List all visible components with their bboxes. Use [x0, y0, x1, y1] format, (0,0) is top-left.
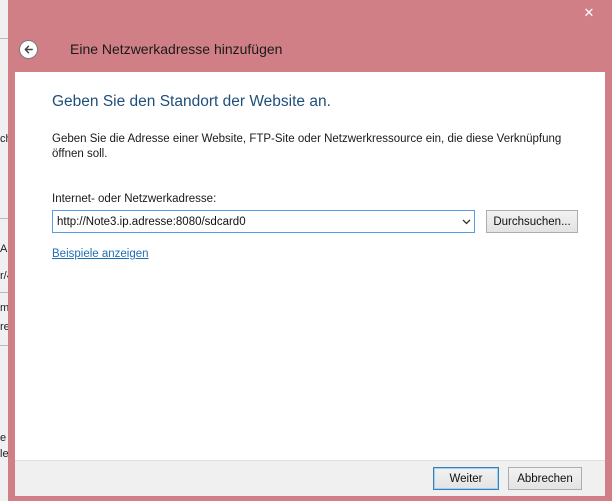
- window-title: Eine Netzwerkadresse hinzufügen: [70, 41, 283, 57]
- dialog-footer: Weiter Abbrechen: [15, 460, 605, 496]
- divider: [0, 345, 8, 346]
- background-text: A: [0, 243, 8, 255]
- back-arrow-icon: [24, 45, 33, 54]
- close-icon: ✕: [583, 5, 595, 20]
- divider: [0, 218, 8, 219]
- dialog-content: Geben Sie den Standort der Website an. G…: [15, 72, 605, 460]
- page-description: Geben Sie die Adresse einer Website, FTP…: [52, 133, 562, 160]
- chevron-down-icon: [462, 219, 470, 224]
- next-button[interactable]: Weiter: [433, 467, 499, 490]
- address-combobox[interactable]: [52, 210, 475, 233]
- address-input[interactable]: [53, 211, 458, 232]
- cancel-button[interactable]: Abbrechen: [508, 467, 582, 490]
- address-field-label: Internet- oder Netzwerkadresse:: [52, 193, 217, 205]
- show-examples-link[interactable]: Beispiele anzeigen: [52, 248, 149, 260]
- divider: [0, 38, 8, 39]
- back-button[interactable]: [19, 40, 38, 59]
- add-network-location-dialog: ✕ Eine Netzwerkadresse hinzufügen Geben …: [8, 0, 612, 501]
- close-button[interactable]: ✕: [572, 2, 606, 24]
- address-dropdown-button[interactable]: [458, 211, 474, 232]
- background-window-fragment: ch A r/4 m re e le: [0, 0, 13, 501]
- background-text: e: [0, 432, 7, 444]
- page-heading: Geben Sie den Standort der Website an.: [52, 93, 331, 110]
- browse-button[interactable]: Durchsuchen...: [486, 210, 578, 233]
- dialog-header: Eine Netzwerkadresse hinzufügen: [8, 34, 612, 66]
- divider: [0, 292, 8, 293]
